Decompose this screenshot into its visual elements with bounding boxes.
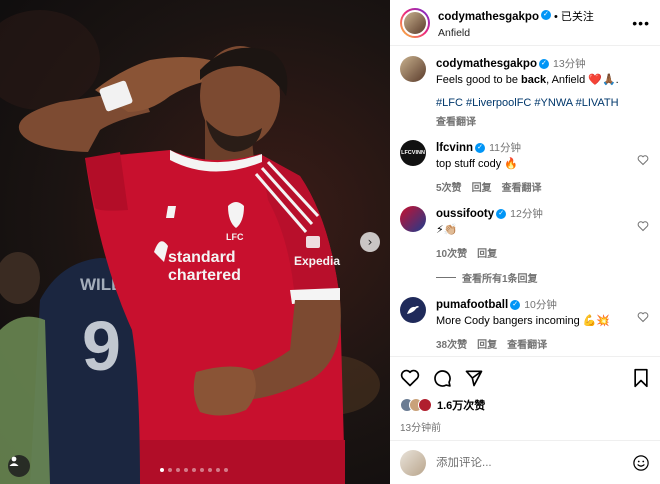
reply-button[interactable]: 回复 (477, 245, 497, 260)
posted-time[interactable]: 13分钟前 (400, 419, 650, 434)
next-photo-button[interactable]: › (360, 232, 380, 252)
carousel-dot (200, 468, 204, 472)
see-translation-link[interactable]: 查看翻译 (502, 179, 542, 194)
puma-logo-icon (407, 306, 419, 314)
carousel-dot (192, 468, 196, 472)
current-user-avatar (400, 449, 426, 476)
player-celebration-image: WILLIAN 9 LFC standard chartered (0, 10, 380, 484)
comment-time[interactable]: 10分钟 (524, 297, 557, 312)
verified-badge-icon: ✓ (510, 299, 521, 310)
caption-hashtags[interactable]: #LFC #LiverpoolFC #YNWA #LIVATH (436, 97, 650, 109)
liker-avatars[interactable] (400, 398, 432, 412)
sleeve-sponsor: Expedia (294, 254, 340, 268)
comment-composer (390, 440, 660, 484)
crest-text: LFC (226, 232, 244, 242)
likes-count[interactable]: 1.6万次赞 (437, 397, 485, 413)
verified-badge-icon: ✓ (538, 58, 549, 69)
comment-likes[interactable]: 10次赞 (436, 245, 467, 260)
verified-badge-icon: ✓ (496, 208, 507, 219)
comment-item: pumafootball ✓ 10分钟 More Cody bangers inc… (400, 297, 650, 351)
comment-text: ⚡👏🏼 (436, 224, 458, 236)
more-options-icon[interactable]: ••• (632, 15, 650, 31)
commenter-avatar[interactable]: LFCVINN (400, 140, 426, 166)
post-location[interactable]: Anfield (438, 27, 632, 39)
author-avatar[interactable] (400, 56, 426, 82)
heart-icon[interactable] (636, 311, 650, 323)
see-translation-link[interactable]: 查看翻译 (507, 336, 547, 351)
author-username[interactable]: codymathesgakpo (438, 11, 539, 23)
caption-username[interactable]: codymathesgakpo (436, 58, 537, 70)
chevron-right-icon: › (367, 235, 373, 249)
carousel-dot (168, 468, 172, 472)
caption: codymathesgakpo ✓ 13分钟 Feels good to be b… (400, 56, 650, 128)
post-header: codymathesgakpo ✓ • 已关注 Anfield ••• (390, 0, 660, 46)
comments-list[interactable]: codymathesgakpo ✓ 13分钟 Feels good to be b… (390, 46, 660, 356)
heart-icon[interactable] (636, 220, 650, 232)
caption-text: Feels good to be back, Anfield ❤️🙏🏾. (436, 74, 619, 86)
comment-time[interactable]: 12分钟 (510, 206, 543, 221)
commenter-avatar[interactable] (400, 206, 426, 232)
see-translation-link[interactable]: 查看翻译 (436, 113, 476, 128)
post-photo[interactable]: WILLIAN 9 LFC standard chartered (0, 0, 390, 484)
reply-button[interactable]: 回复 (472, 179, 492, 194)
carousel-dot (160, 468, 164, 472)
commenter-avatar[interactable] (400, 297, 426, 323)
view-replies-button[interactable]: 查看所有1条回复 (436, 270, 650, 285)
carousel-dot (176, 468, 180, 472)
carousel-indicator (160, 468, 228, 472)
carousel-dot (184, 468, 188, 472)
carousel-dot (216, 468, 220, 472)
author-avatar[interactable] (400, 7, 430, 38)
heart-icon[interactable] (636, 154, 650, 166)
carousel-dot (208, 468, 212, 472)
verified-badge-icon: ✓ (540, 10, 551, 21)
share-icon[interactable] (464, 368, 484, 388)
tagged-users-button[interactable] (8, 455, 30, 477)
sponsor-line-2: chartered (168, 267, 241, 284)
comment-text: More Cody bangers incoming 💪💥 (436, 315, 611, 327)
comment-likes[interactable]: 5次赞 (436, 179, 462, 194)
comment-text: top stuff cody 🔥 (436, 158, 518, 170)
bookmark-icon[interactable] (632, 368, 650, 388)
comment-item: oussifooty ✓ 12分钟 ⚡👏🏼 10次赞 回复 (400, 206, 650, 260)
comment-username[interactable]: pumafootball (436, 299, 508, 311)
sponsor-line-1: standard (168, 249, 236, 266)
emoji-icon[interactable] (632, 454, 650, 472)
comment-input[interactable] (436, 456, 632, 469)
like-heart-icon[interactable] (400, 368, 420, 388)
comment-likes[interactable]: 38次赞 (436, 336, 467, 351)
comment-time[interactable]: 11分钟 (489, 140, 521, 155)
post-side-panel: codymathesgakpo ✓ • 已关注 Anfield ••• codymat… (390, 0, 660, 484)
comment-username[interactable]: lfcvinn (436, 142, 473, 154)
caption-time[interactable]: 13分钟 (553, 56, 586, 71)
user-tag-icon (9, 456, 19, 466)
comment-username[interactable]: oussifooty (436, 208, 494, 220)
reply-button[interactable]: 回复 (477, 336, 497, 351)
post-actions: 1.6万次赞 13分钟前 (390, 356, 660, 434)
opponent-shirt-number: 9 (82, 307, 121, 385)
comment-icon[interactable] (432, 368, 452, 388)
following-button[interactable]: 已关注 (561, 11, 594, 23)
verified-badge-icon: ✓ (475, 142, 486, 153)
comment-item: LFCVINN lfcvinn ✓ 11分钟 top stuff cody 🔥 5… (400, 140, 650, 194)
carousel-dot (224, 468, 228, 472)
